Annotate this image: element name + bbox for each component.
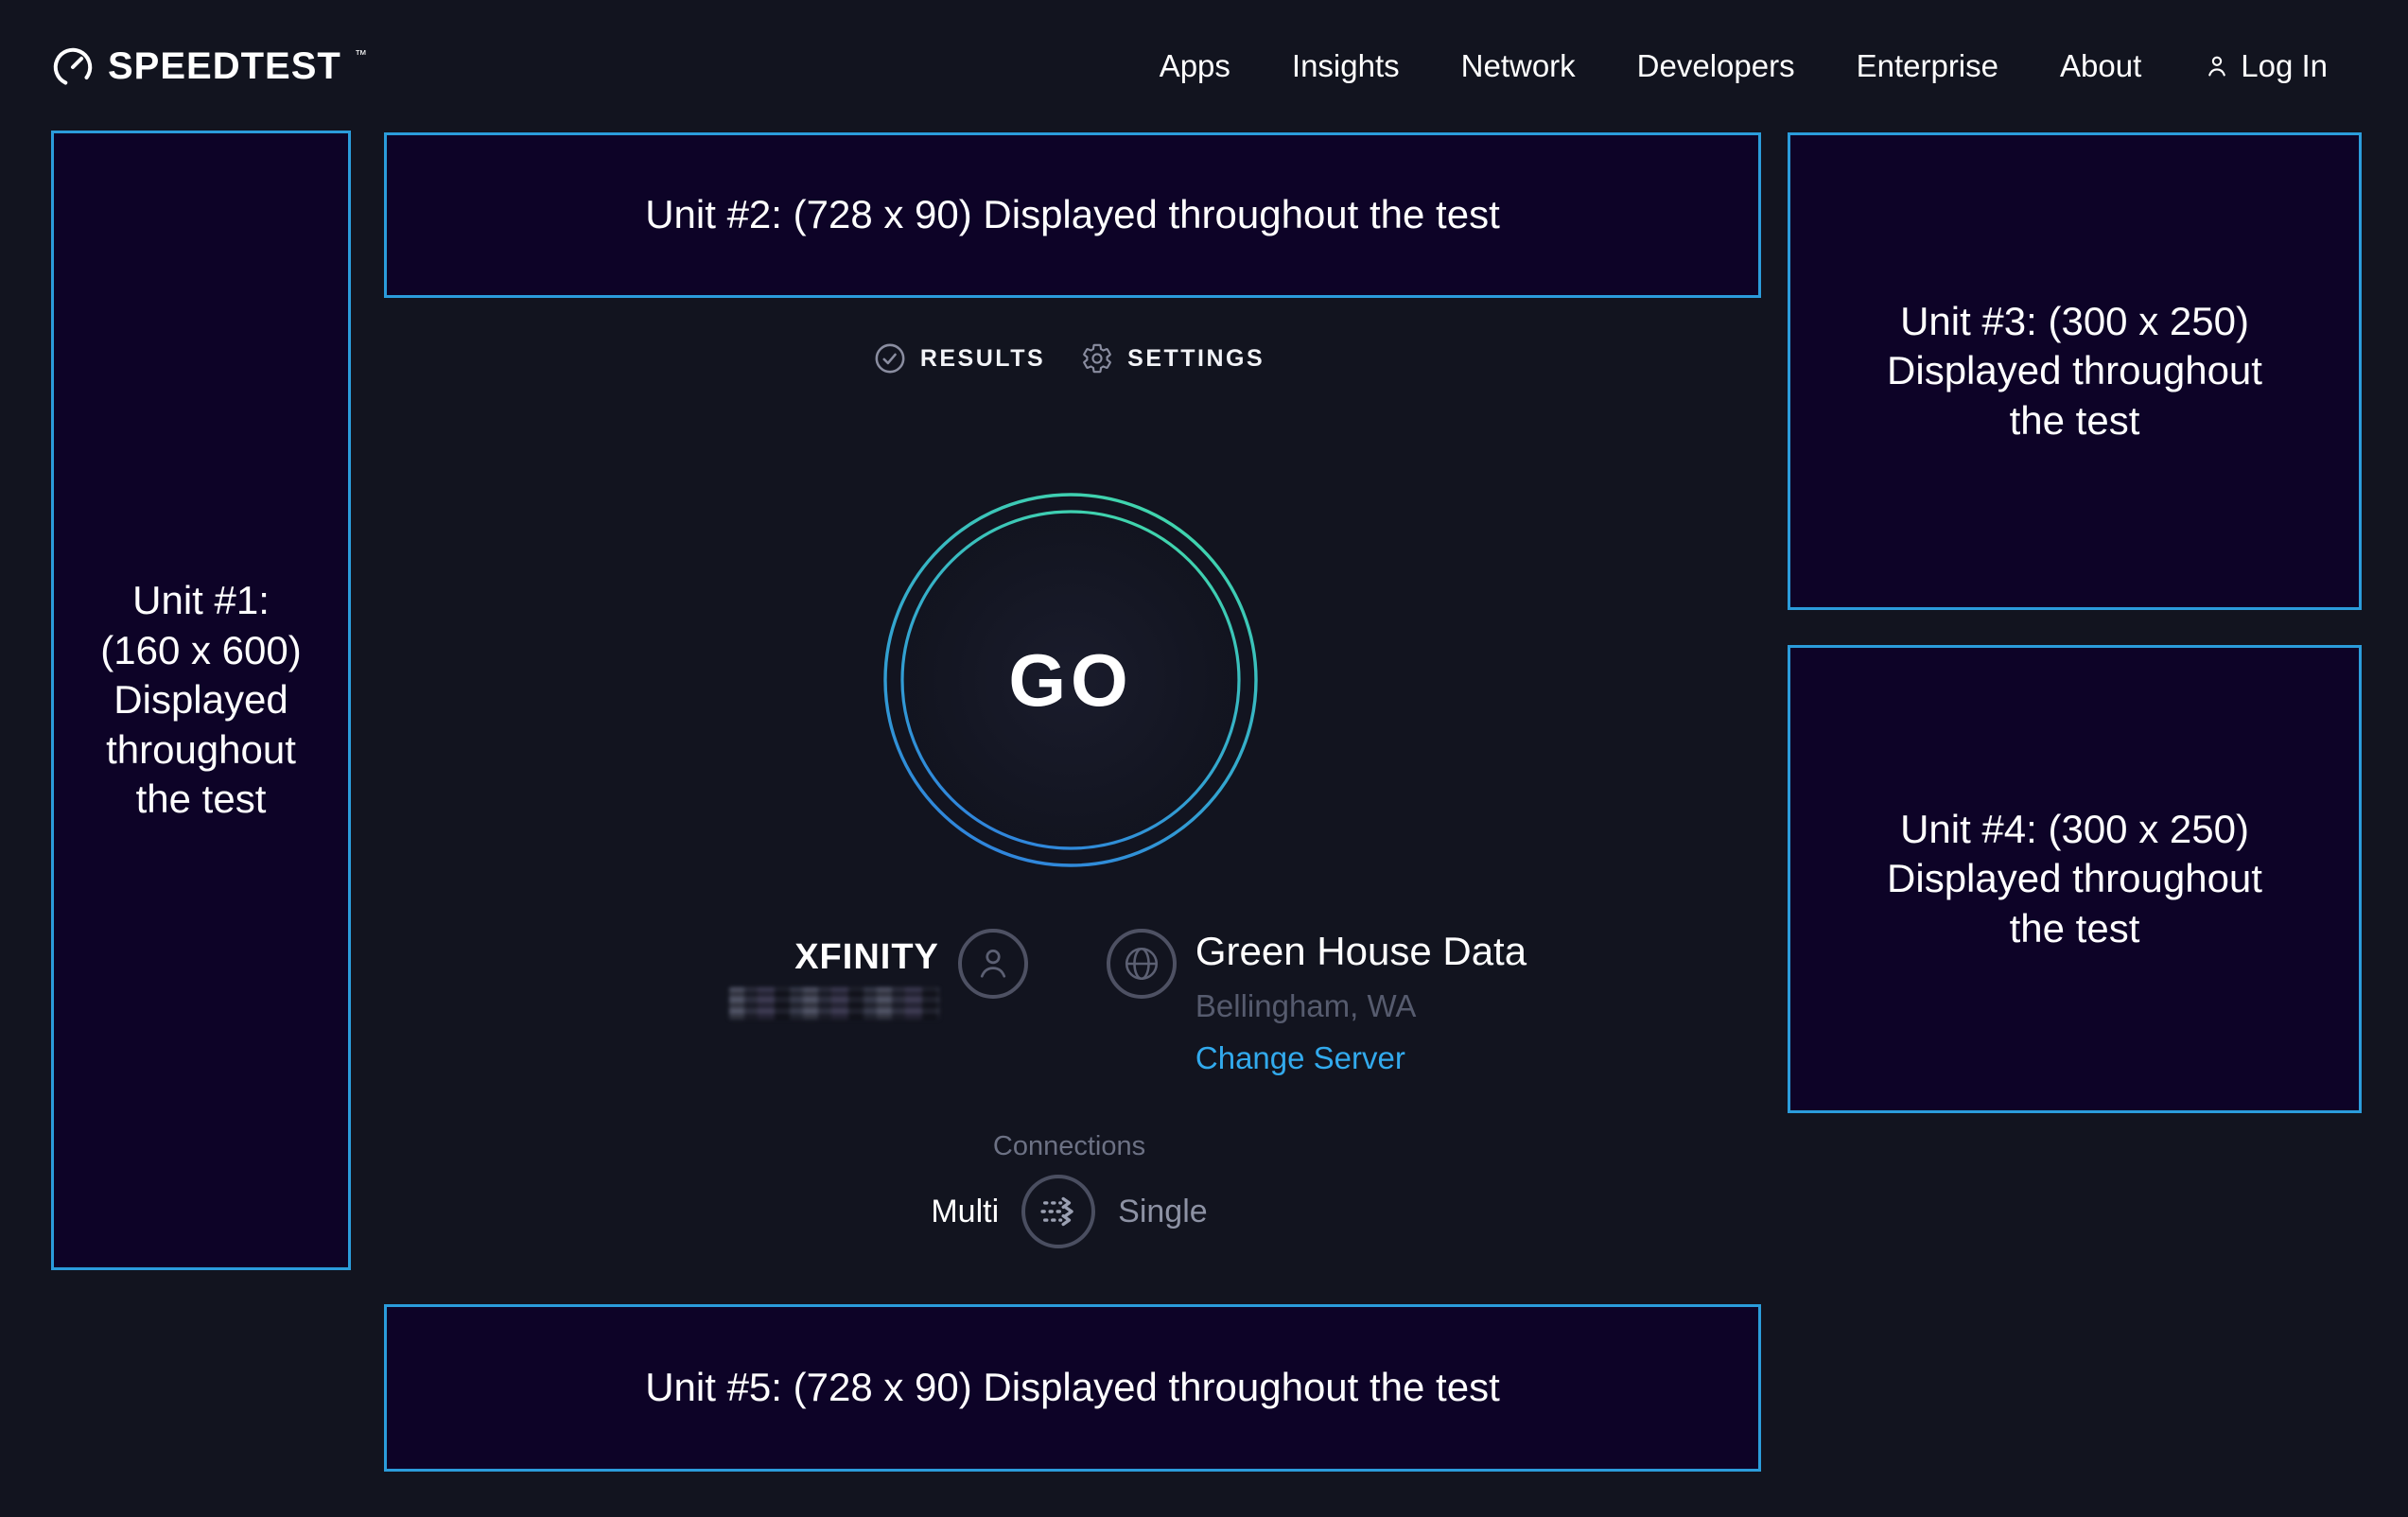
ad-unit-4-text: Unit #4: (300 x 250) Displayed throughou…	[1887, 805, 2262, 954]
multi-arrows-icon	[1034, 1187, 1083, 1236]
connections-toggle[interactable]	[1021, 1175, 1095, 1248]
tab-settings[interactable]: SETTINGS	[1081, 342, 1265, 375]
tab-results-label: RESULTS	[920, 345, 1045, 373]
change-server-link[interactable]: Change Server	[1195, 1040, 1405, 1076]
check-circle-icon	[874, 342, 906, 375]
connections-row: Multi Single	[351, 1175, 1788, 1248]
nav-item-apps[interactable]: Apps	[1160, 48, 1230, 84]
user-icon	[2203, 52, 2231, 80]
nav-item-about[interactable]: About	[2060, 48, 2141, 84]
speedtest-page: SPEEDTEST ™ Apps Insights Network Develo…	[0, 0, 2408, 1517]
connections-single-option[interactable]: Single	[1118, 1194, 1208, 1230]
logo-text: SPEEDTEST	[108, 44, 341, 89]
logo-trademark: ™	[355, 47, 367, 62]
tab-results[interactable]: RESULTS	[874, 342, 1045, 375]
tab-settings-label: SETTINGS	[1127, 345, 1265, 373]
ad-unit-5-text: Unit #5: (728 x 90) Displayed throughout…	[645, 1363, 1500, 1413]
login-button[interactable]: Log In	[2203, 48, 2328, 84]
host-info-row: XFINITY Green House Data Belling	[410, 929, 1846, 1076]
ad-unit-1[interactable]: Unit #1: (160 x 600) Displayed throughou…	[51, 131, 351, 1270]
header: SPEEDTEST ™ Apps Insights Network Develo…	[0, 0, 2408, 132]
connections-label: Connections	[351, 1131, 1788, 1162]
nav-item-insights[interactable]: Insights	[1292, 48, 1400, 84]
isp-name: XFINITY	[794, 936, 939, 978]
gear-icon	[1081, 342, 1113, 375]
server-avatar	[1107, 929, 1177, 999]
isp-avatar	[958, 929, 1028, 999]
server-location: Bellingham, WA	[1195, 988, 1417, 1024]
nav-item-enterprise[interactable]: Enterprise	[1857, 48, 1998, 84]
connections-multi-option[interactable]: Multi	[931, 1194, 999, 1230]
ad-unit-5[interactable]: Unit #5: (728 x 90) Displayed throughout…	[384, 1304, 1761, 1472]
go-label: GO	[881, 491, 1260, 869]
login-label: Log In	[2241, 48, 2328, 84]
ad-unit-1-text: Unit #1: (160 x 600) Displayed throughou…	[100, 576, 301, 825]
ad-unit-4[interactable]: Unit #4: (300 x 250) Displayed throughou…	[1788, 645, 2362, 1113]
speedtest-logo[interactable]: SPEEDTEST ™	[51, 44, 367, 89]
ad-unit-2-text: Unit #2: (728 x 90) Displayed throughout…	[645, 190, 1500, 240]
ad-unit-3[interactable]: Unit #3: (300 x 250) Displayed throughou…	[1788, 132, 2362, 610]
redacted-ip-address	[729, 987, 939, 1020]
ad-unit-2[interactable]: Unit #2: (728 x 90) Displayed throughout…	[384, 132, 1761, 298]
user-icon	[972, 943, 1014, 985]
server-block: Green House Data Bellingham, WA Change S…	[1195, 929, 1527, 1076]
view-tabs: RESULTS SETTINGS	[351, 342, 1788, 375]
ad-unit-3-text: Unit #3: (300 x 250) Displayed throughou…	[1887, 297, 2262, 446]
nav-item-developers[interactable]: Developers	[1637, 48, 1795, 84]
nav-item-network[interactable]: Network	[1461, 48, 1576, 84]
server-name: Green House Data	[1195, 929, 1527, 974]
globe-icon	[1121, 943, 1162, 985]
isp-block: XFINITY	[729, 929, 939, 1020]
gauge-icon	[51, 45, 95, 89]
go-button[interactable]: GO	[881, 491, 1260, 869]
main-nav: Apps Insights Network Developers Enterpr…	[1160, 48, 2328, 84]
